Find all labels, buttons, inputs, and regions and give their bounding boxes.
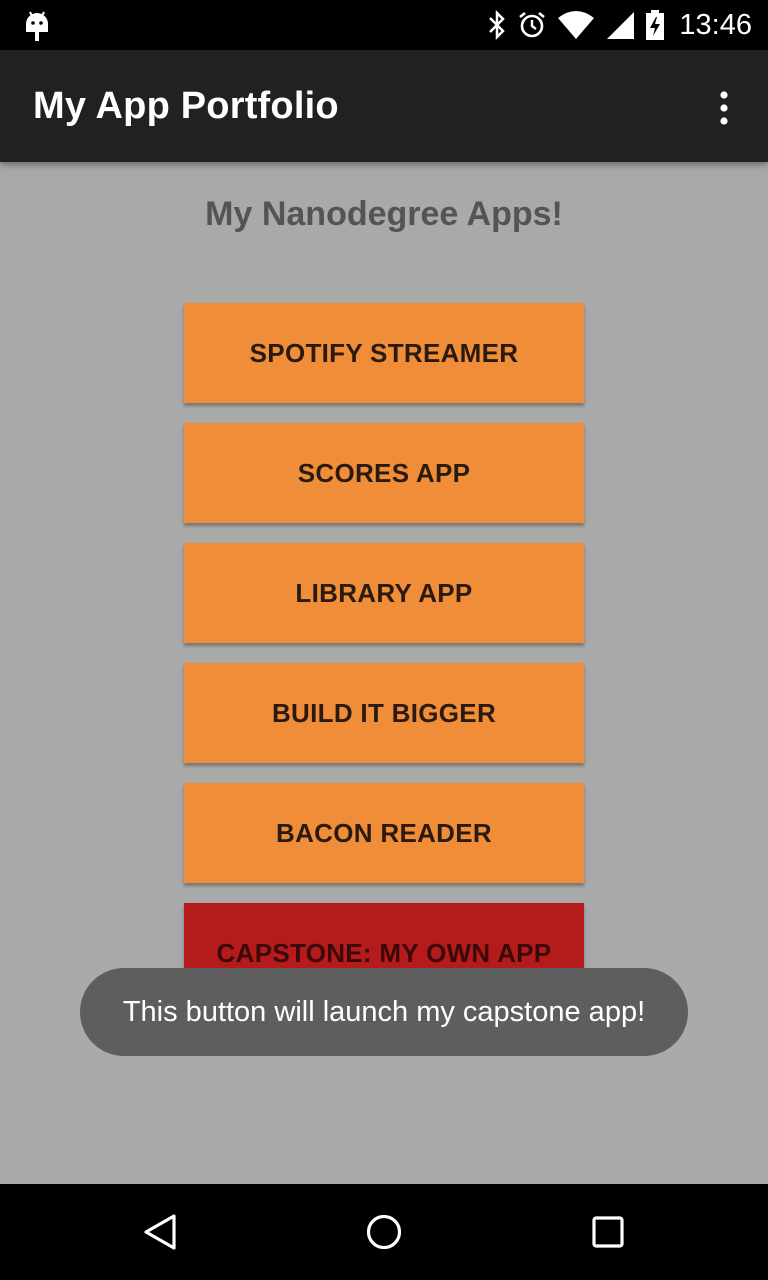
- android-icon: [22, 8, 52, 42]
- build-it-bigger-button[interactable]: BUILD IT BIGGER: [184, 663, 584, 763]
- screen: 13:46 My App Portfolio My Nanodegree App…: [0, 0, 768, 1280]
- app-bar: My App Portfolio: [0, 50, 768, 162]
- library-app-button[interactable]: LIBRARY APP: [184, 543, 584, 643]
- alarm-icon: [517, 10, 547, 40]
- recents-icon[interactable]: [584, 1208, 632, 1256]
- signal-icon: [605, 10, 635, 40]
- toast-message: This button will launch my capstone app!: [80, 968, 688, 1056]
- scores-app-button[interactable]: SCORES APP: [184, 423, 584, 523]
- spotify-streamer-button[interactable]: SPOTIFY STREAMER: [184, 303, 584, 403]
- overflow-menu-icon[interactable]: [702, 86, 746, 130]
- status-bar: 13:46: [0, 0, 768, 50]
- app-title: My App Portfolio: [33, 85, 339, 127]
- home-icon[interactable]: [360, 1208, 408, 1256]
- navigation-bar: [0, 1184, 768, 1280]
- bacon-reader-button[interactable]: BACON READER: [184, 783, 584, 883]
- page-heading: My Nanodegree Apps!: [205, 195, 563, 233]
- battery-charging-icon: [645, 9, 665, 41]
- bluetooth-icon: [487, 10, 507, 40]
- status-icons: 13:46: [487, 0, 752, 50]
- status-time: 13:46: [679, 8, 752, 41]
- wifi-icon: [557, 10, 595, 40]
- back-icon[interactable]: [136, 1208, 184, 1256]
